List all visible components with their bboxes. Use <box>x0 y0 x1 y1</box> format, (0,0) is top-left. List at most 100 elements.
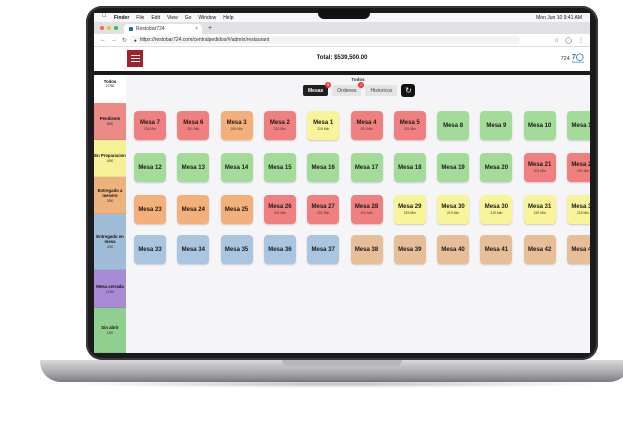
status-count: 11/50 <box>105 289 115 294</box>
menu-help[interactable]: Help <box>223 15 233 21</box>
table-card[interactable]: Mesa 28 201 Min <box>350 195 383 224</box>
address-bar[interactable]: ● https://restobar724.com/centralpedidos… <box>130 36 520 44</box>
minimize-window-icon[interactable] <box>107 26 111 30</box>
table-card[interactable]: Mesa 34 <box>177 235 210 264</box>
table-card[interactable]: Mesa 22201 Min <box>567 153 590 182</box>
table-card[interactable]: Mesa 17 <box>350 153 383 182</box>
table-card[interactable]: Mesa 5 201 Min <box>393 111 426 140</box>
table-card[interactable]: Mesa 10 <box>523 111 556 140</box>
tab-historicos[interactable]: Historicos <box>365 85 398 96</box>
table-elapsed-time: 219 Min <box>490 211 503 215</box>
tab-mesas-label: Mesas <box>308 87 324 94</box>
table-name: Mesa 16 <box>311 164 335 171</box>
apple-icon[interactable]:  <box>102 13 107 19</box>
section-title: Todos <box>351 77 365 82</box>
table-card[interactable]: Mesa 14 <box>220 153 253 182</box>
table-elapsed-time: 219 Min <box>533 211 546 215</box>
table-card[interactable]: Mesa 37 <box>307 235 340 264</box>
close-window-icon[interactable] <box>100 26 104 30</box>
back-icon[interactable]: ← <box>100 37 106 44</box>
menu-window[interactable]: Window <box>198 15 216 21</box>
table-card[interactable]: Mesa 1 219 Min <box>307 111 340 140</box>
table-card[interactable]: Mesa 30 219 Min <box>437 195 470 224</box>
table-card[interactable]: Mesa 36 <box>263 235 296 264</box>
menu-edit[interactable]: Edit <box>151 15 160 21</box>
table-card[interactable]: Mesa 41 <box>480 235 513 264</box>
status-label: En Preparacion <box>94 153 126 158</box>
table-card[interactable]: Mesa 6 201 Min <box>177 111 210 140</box>
table-card[interactable]: Mesa 8 <box>437 111 470 140</box>
table-name: Mesa 9 <box>486 122 507 129</box>
table-elapsed-time: 201 Min <box>273 211 286 215</box>
status-item[interactable]: Entregado en mesa 4/50 <box>94 214 126 270</box>
tab-mesas[interactable]: Mesas 0 <box>303 82 332 96</box>
tab-ordenes-badge: 0 <box>358 82 365 88</box>
tab-ordenes[interactable]: Ordenes 0 <box>332 82 365 96</box>
close-tab-icon[interactable]: × <box>195 26 198 32</box>
table-card[interactable]: Mesa 21 201 Min <box>523 153 556 182</box>
table-card[interactable]: Mesa 20 <box>480 153 513 182</box>
tab-mesas-badge: 0 <box>325 82 332 88</box>
maximize-window-icon[interactable] <box>114 26 118 30</box>
table-card[interactable]: Mesa 29 219 Min <box>393 195 426 224</box>
status-item[interactable]: Mesa cerrada 11/50 <box>94 270 126 308</box>
menu-go[interactable]: Go <box>185 15 192 21</box>
table-card[interactable]: Mesa 42 <box>523 235 556 264</box>
table-card[interactable]: Mesa 4 201 Min <box>350 111 383 140</box>
camera-notch <box>318 9 370 19</box>
table-card[interactable]: Mesa 7 134 Min <box>134 111 166 140</box>
reload-icon[interactable]: ↻ <box>122 37 127 44</box>
table-card[interactable]: Mesa 16 <box>307 153 340 182</box>
status-count: 4/50 <box>106 159 114 163</box>
table-card[interactable]: Mesa 31 219 Min <box>523 195 556 224</box>
bookmark-icon[interactable]: ☆ <box>554 37 559 44</box>
table-card[interactable]: Mesa 32219 Min <box>567 195 590 224</box>
logo-number: 724 <box>560 55 570 62</box>
table-card[interactable]: Mesa 25 <box>220 195 253 224</box>
table-card[interactable]: Mesa 19 <box>437 153 470 182</box>
view-tabs: Mesas 0 Ordenes 0 Historicos ↻ <box>303 82 416 97</box>
table-card[interactable]: Mesa 26 201 Min <box>263 195 296 224</box>
menubar-clock: Mon Jun 10 9:41 AM <box>536 15 582 21</box>
status-item[interactable]: Entregado a mesero 3/50 <box>94 177 126 214</box>
table-card[interactable]: Mesa 30 219 Min <box>480 195 513 224</box>
table-card[interactable]: Mesa 35 <box>220 235 253 264</box>
table-card[interactable]: Mesa 11 <box>567 111 590 140</box>
table-elapsed-time: 201 Min <box>533 169 546 173</box>
table-name: Mesa 36 <box>268 246 292 253</box>
table-card[interactable]: Mesa 12 <box>134 153 166 182</box>
table-card[interactable]: Mesa 38 <box>350 235 383 264</box>
new-tab-icon[interactable]: + <box>208 25 212 32</box>
menu-file[interactable]: File <box>136 15 144 21</box>
table-card[interactable]: Mesa 2 211 Min <box>263 111 296 140</box>
table-name: Mesa 27 <box>311 204 335 210</box>
table-name: Mesa 2 <box>269 120 290 126</box>
table-name: Mesa 8 <box>443 122 464 129</box>
table-card[interactable]: Mesa 15 <box>263 153 296 182</box>
status-item[interactable]: Pendiente 5/50 <box>94 103 126 140</box>
refresh-icon[interactable]: ↻ <box>401 84 416 97</box>
status-item[interactable]: En Preparacion 4/50 <box>94 140 126 177</box>
profile-icon[interactable]: ◯ <box>565 37 572 44</box>
browser-tab[interactable]: Restobar724 × <box>124 24 202 34</box>
table-card[interactable]: Mesa 33 <box>134 235 166 264</box>
table-card[interactable]: Mesa 24 <box>177 195 210 224</box>
table-card[interactable]: Mesa 43 <box>567 235 590 264</box>
status-item[interactable]: Sin abrir 1/50 <box>94 308 126 353</box>
forward-icon[interactable]: → <box>111 37 117 44</box>
menu-finder[interactable]: Finder <box>114 15 129 21</box>
table-name: Mesa 38 <box>354 246 379 253</box>
table-card[interactable]: Mesa 13 <box>177 153 210 182</box>
table-card[interactable]: Mesa 40 <box>437 235 470 264</box>
status-all[interactable]: Todos 27/50 <box>94 75 126 103</box>
table-card[interactable]: Mesa 27 201 Min <box>307 195 340 224</box>
menu-view[interactable]: View <box>167 15 178 21</box>
table-card[interactable]: Mesa 23 <box>134 195 166 224</box>
kebab-menu-icon[interactable]: ⋮ <box>578 37 584 44</box>
table-card[interactable]: Mesa 18 <box>393 153 426 182</box>
table-card[interactable]: Mesa 9 <box>480 111 513 140</box>
table-card[interactable]: Mesa 3 209 Min <box>220 111 253 140</box>
table-card[interactable]: Mesa 39 <box>393 235 426 264</box>
table-name: Mesa 34 <box>181 246 205 253</box>
table-name: Mesa 19 <box>441 164 465 171</box>
